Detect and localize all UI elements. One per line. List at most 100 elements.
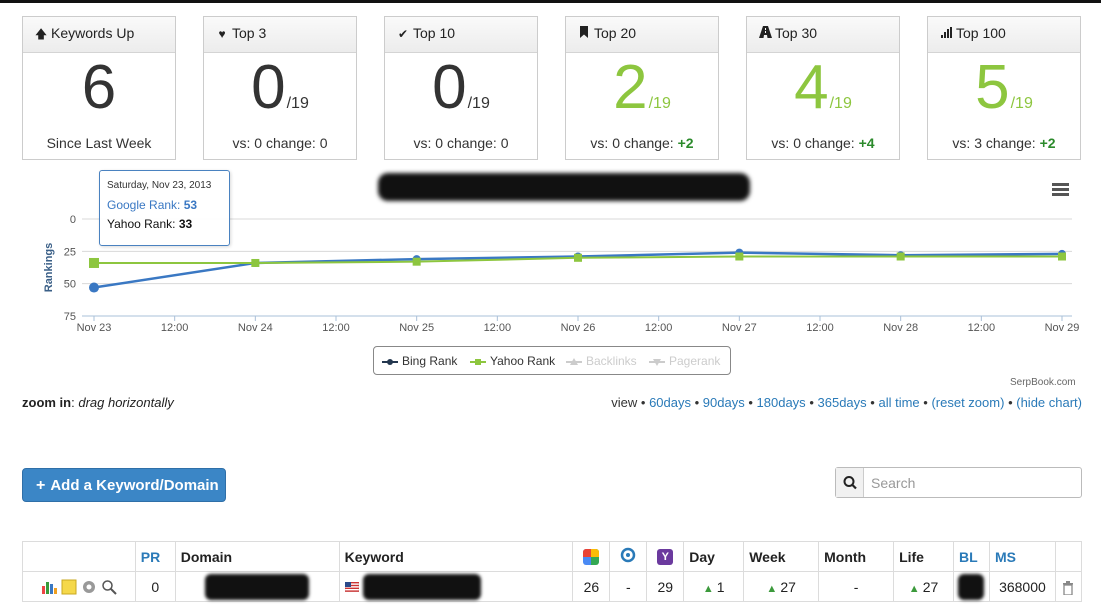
y-axis-label: Rankings bbox=[43, 243, 55, 293]
hide-chart-link[interactable]: (hide chart) bbox=[1016, 395, 1082, 410]
x-tick-label: Nov 27 bbox=[722, 322, 757, 334]
arrow-up-icon: 🡅 bbox=[34, 27, 48, 41]
card-header: ♥ Top 3 bbox=[204, 17, 356, 53]
search-button[interactable] bbox=[836, 468, 864, 497]
view-60days-link[interactable]: 60days bbox=[649, 395, 691, 410]
col-pr[interactable]: PR bbox=[134, 541, 176, 572]
legend-item-bing[interactable]: Bing Rank bbox=[382, 354, 457, 368]
card-keywords-up: 🡅 Keywords Up 6 Since Last Week bbox=[22, 16, 176, 160]
card-footer: Since Last Week bbox=[46, 135, 152, 151]
card-header: Top 100 bbox=[928, 17, 1080, 53]
col-google[interactable] bbox=[572, 541, 611, 572]
cell-bl-redacted bbox=[953, 571, 990, 602]
add-keyword-button[interactable]: + Add a Keyword/Domain bbox=[22, 468, 226, 502]
up-arrow-icon: ▲ bbox=[908, 582, 920, 595]
cell-ms: 368000 bbox=[988, 571, 1056, 602]
series-point[interactable] bbox=[412, 257, 421, 266]
series-point[interactable] bbox=[1058, 252, 1066, 261]
series-point[interactable] bbox=[735, 252, 744, 261]
view-365days-link[interactable]: 365days bbox=[818, 395, 867, 410]
note-icon[interactable] bbox=[61, 579, 77, 595]
y-tick-label: 75 bbox=[64, 311, 76, 323]
series-point[interactable] bbox=[89, 282, 99, 293]
cell-day-change: ▲ 1 bbox=[683, 571, 745, 602]
series-point[interactable] bbox=[89, 257, 99, 268]
zoom-hint: zoom in: drag horizontally bbox=[22, 395, 174, 410]
col-life[interactable]: Life bbox=[893, 541, 954, 572]
up-arrow-icon: ▲ bbox=[702, 582, 714, 595]
x-tick-label: Nov 28 bbox=[883, 322, 918, 334]
cell-delete[interactable] bbox=[1054, 571, 1083, 602]
heart-icon: ♥ bbox=[218, 27, 226, 41]
legend-item-backlinks[interactable]: Backlinks bbox=[566, 354, 637, 368]
view-range-links: view • 60days • 90days • 180days • 365da… bbox=[611, 395, 1082, 410]
tooltip-date: Saturday, Nov 23, 2013 bbox=[107, 180, 212, 191]
cell-week-change: ▲ 27 bbox=[743, 571, 820, 602]
cell-month-change: - bbox=[818, 571, 895, 602]
view-180days-link[interactable]: 180days bbox=[757, 395, 806, 410]
chart-legend: Bing Rank Yahoo Rank Backlinks Pagerank bbox=[373, 346, 731, 375]
road-icon bbox=[758, 26, 772, 41]
cell-yahoo-rank: 29 bbox=[646, 571, 685, 602]
col-day[interactable]: Day bbox=[683, 541, 745, 572]
cell-pr: 0 bbox=[134, 571, 176, 602]
x-tick-label: Nov 25 bbox=[399, 322, 434, 334]
card-top-100: Top 100 5/19 vs: 3 change: +2 bbox=[927, 16, 1081, 160]
backlinks-series-marker-icon bbox=[566, 358, 582, 365]
col-week[interactable]: Week bbox=[743, 541, 820, 572]
y-tick-label: 25 bbox=[64, 246, 76, 258]
chart-credit[interactable]: SerpBook.com bbox=[1010, 377, 1076, 388]
card-footer: vs: 0 change: +4 bbox=[771, 135, 875, 151]
col-actions bbox=[22, 541, 136, 572]
x-tick-label: 12:00 bbox=[322, 322, 350, 334]
table-row: 0 26 - 29 ▲ 1 ▲ 27 - ▲ 27 368000 bbox=[22, 571, 1083, 602]
card-value: 6 bbox=[81, 53, 117, 122]
col-ms[interactable]: MS bbox=[988, 541, 1056, 572]
legend-item-yahoo[interactable]: Yahoo Rank bbox=[470, 354, 555, 368]
view-all-time-link[interactable]: all time bbox=[878, 395, 919, 410]
card-footer: vs: 0 change: +2 bbox=[590, 135, 694, 151]
card-footer: vs: 0 change: 0 bbox=[413, 135, 509, 151]
card-value: 0/19 bbox=[251, 53, 309, 122]
magnifier-icon[interactable] bbox=[101, 579, 117, 595]
col-bl[interactable]: BL bbox=[953, 541, 990, 572]
x-tick-label: 12:00 bbox=[484, 322, 512, 334]
search-icon bbox=[843, 476, 857, 490]
gear-icon[interactable] bbox=[81, 579, 97, 595]
legend-item-pagerank[interactable]: Pagerank bbox=[649, 354, 720, 368]
trash-icon[interactable] bbox=[1062, 580, 1074, 596]
search-input[interactable] bbox=[865, 468, 1080, 497]
bookmark-icon bbox=[577, 26, 591, 41]
view-90days-link[interactable]: 90days bbox=[703, 395, 745, 410]
table-header-row: PR Domain Keyword Y Day Week Month Life … bbox=[22, 541, 1083, 572]
col-month[interactable]: Month bbox=[818, 541, 895, 572]
tooltip-yahoo-rank: Yahoo Rank: 33 bbox=[107, 217, 193, 231]
x-tick-label: 12:00 bbox=[645, 322, 673, 334]
up-arrow-icon: ▲ bbox=[766, 582, 778, 595]
y-tick-label: 50 bbox=[64, 279, 76, 291]
col-domain[interactable]: Domain bbox=[174, 541, 340, 572]
col-keyword[interactable]: Keyword bbox=[338, 541, 574, 572]
cell-bing-rank: - bbox=[609, 571, 648, 602]
signal-bars-icon bbox=[939, 27, 953, 41]
series-point[interactable] bbox=[574, 253, 582, 262]
series-point[interactable] bbox=[896, 252, 905, 261]
cell-domain-redacted[interactable] bbox=[174, 571, 340, 602]
us-flag-icon bbox=[344, 581, 359, 592]
col-bing[interactable] bbox=[609, 541, 648, 572]
chart-bars-icon[interactable] bbox=[41, 580, 58, 595]
x-tick-label: 12:00 bbox=[161, 322, 189, 334]
reset-zoom-link[interactable]: (reset zoom) bbox=[931, 395, 1004, 410]
cell-life-change: ▲ 27 bbox=[893, 571, 954, 602]
col-delete bbox=[1054, 541, 1083, 572]
card-header: ✔ Top 10 bbox=[385, 17, 537, 53]
card-top-30: Top 30 4/19 vs: 0 change: +4 bbox=[746, 16, 900, 160]
bing-icon bbox=[621, 547, 636, 563]
cell-keyword[interactable] bbox=[338, 571, 574, 602]
card-value: 2/19 bbox=[613, 53, 671, 122]
keywords-table: PR Domain Keyword Y Day Week Month Life … bbox=[22, 541, 1083, 602]
series-point[interactable] bbox=[251, 258, 260, 267]
plus-icon: + bbox=[36, 477, 46, 494]
tooltip-google-rank: Google Rank: 53 bbox=[107, 198, 198, 212]
col-yahoo[interactable]: Y bbox=[646, 541, 685, 572]
